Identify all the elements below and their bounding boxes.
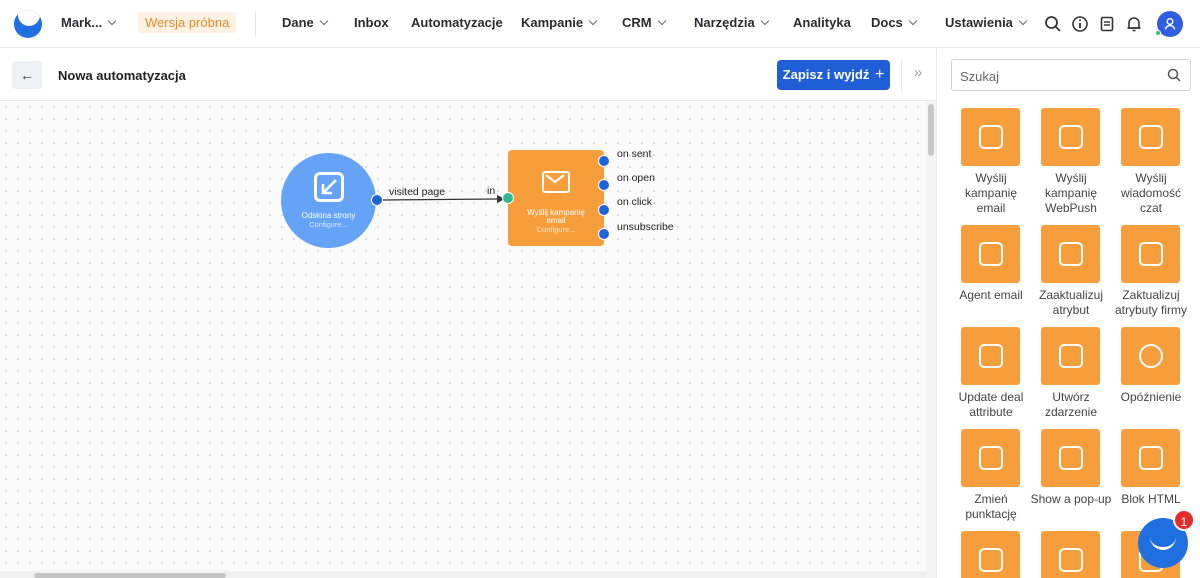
output-label-on-sent: on sent — [617, 148, 652, 160]
output-port-on-open[interactable] — [598, 179, 610, 191]
tile-label: Opóźnienie — [1120, 390, 1182, 404]
tile-label: Agent email — [959, 288, 1023, 302]
document-icon[interactable] — [1097, 14, 1117, 34]
input-port-label: in — [487, 185, 496, 197]
webpush-icon — [1041, 108, 1100, 166]
connector-label: visited page — [389, 186, 446, 198]
chat-icon — [1121, 108, 1180, 166]
html-icon — [1121, 429, 1180, 487]
bell-icon[interactable] — [1124, 14, 1144, 34]
trigger-node[interactable]: Odsłona strony Configure... — [281, 153, 376, 248]
trigger-node-title: Odsłona strony — [301, 211, 356, 220]
canvas-vertical-scrollbar[interactable] — [926, 101, 936, 578]
output-label-on-open: on open — [617, 172, 655, 184]
checklist-icon — [1041, 531, 1100, 578]
scoring-icon — [961, 429, 1020, 487]
email-send-icon — [961, 108, 1020, 166]
tile-label: Utwórz zdarzenie — [1044, 390, 1098, 419]
action-node[interactable]: Wyślij kampanię email Configure... — [508, 150, 604, 246]
flow-connector — [381, 195, 505, 203]
action-node-title: Wyślij kampanię email — [527, 208, 585, 225]
tile-label: Blok HTML — [1121, 492, 1181, 506]
box-icon — [961, 531, 1020, 578]
tile-label: Zmień punktację — [965, 492, 1017, 521]
chat-unread-badge: 1 — [1173, 509, 1195, 531]
search-input[interactable] — [960, 67, 1160, 85]
panel-search[interactable] — [951, 59, 1191, 91]
tile-label: Wyślij kampanię WebPush — [1044, 171, 1098, 215]
trigger-node-subtitle: Configure... — [309, 220, 348, 229]
tile-label: Zaaktualizuj atrybut — [1038, 288, 1104, 317]
delay-icon — [1121, 327, 1180, 385]
tile-label: Wyślij kampanię email — [964, 171, 1018, 215]
deal-icon — [961, 327, 1020, 385]
nav-settings[interactable]: Ustawienia — [945, 15, 1028, 30]
trigger-output-port[interactable] — [371, 194, 383, 206]
actions-panel: Wyślij kampanię email Wyślij kampanię We… — [936, 49, 1200, 578]
action-node-subtitle: Configure... — [536, 225, 576, 234]
company-attribute-icon — [1121, 225, 1180, 283]
search-icon[interactable] — [1166, 67, 1182, 83]
output-label-unsubscribe: unsubscribe — [617, 221, 674, 233]
output-port-on-click[interactable] — [598, 204, 610, 216]
output-label-on-click: on click — [617, 196, 653, 208]
event-icon — [1041, 327, 1100, 385]
tile-label: Update deal attribute — [958, 390, 1024, 419]
tile-label: Zaktualizuj atrybuty firmy — [1114, 288, 1187, 317]
attribute-icon — [1041, 225, 1100, 283]
tile-label: Wyślij wiadomość czat — [1120, 171, 1182, 215]
output-port-unsubscribe[interactable] — [598, 228, 610, 240]
online-status-dot — [1155, 30, 1161, 36]
nav-settings-label: Ustawienia — [945, 15, 1013, 30]
output-port-on-sent[interactable] — [598, 155, 610, 167]
search-icon[interactable] — [1043, 14, 1063, 34]
email-send-icon — [542, 171, 570, 193]
page-visit-icon — [314, 172, 344, 202]
agent-email-icon — [961, 225, 1020, 283]
action-input-port[interactable] — [502, 192, 514, 204]
canvas-horizontal-scroll-thumb[interactable] — [34, 573, 226, 578]
tile-label: Show a pop-up — [1030, 492, 1112, 506]
chevron-down-icon — [1018, 16, 1028, 26]
popup-icon — [1041, 429, 1100, 487]
canvas-vertical-scroll-thumb[interactable] — [928, 104, 934, 156]
info-icon[interactable] — [1070, 14, 1090, 34]
